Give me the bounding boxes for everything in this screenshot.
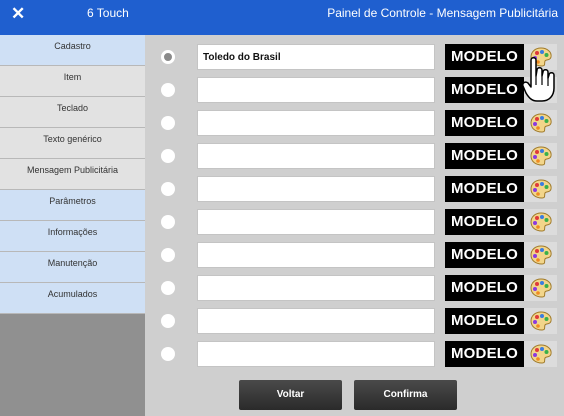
color-palette-button[interactable] [524,242,557,268]
sidebar-item-teclado[interactable]: Teclado [0,97,145,128]
message-select-radio[interactable] [161,314,175,328]
message-text-field[interactable] [197,275,435,301]
message-select-radio[interactable] [161,116,175,130]
sidebar-item-cadastro[interactable]: Cadastro [0,35,145,66]
message-row: MODELO [145,176,564,202]
message-select-radio[interactable] [161,281,175,295]
modelo-button[interactable]: MODELO [445,242,524,268]
message-select-radio[interactable] [161,83,175,97]
message-text-field[interactable]: Toledo do Brasil [197,44,435,70]
message-text-field[interactable] [197,77,435,103]
modelo-button[interactable]: MODELO [445,44,524,70]
sidebar-item-mensagem-publicitaria[interactable]: Mensagem Publicitária [0,159,145,190]
color-palette-button[interactable] [524,143,557,169]
message-row: MODELO [145,341,564,367]
hand-pointer-icon [522,57,555,102]
color-palette-button[interactable] [524,308,557,334]
message-row: MODELO [145,242,564,268]
message-select-radio[interactable] [161,149,175,163]
message-text-field[interactable] [197,209,435,235]
window-title: Painel de Controle - Mensagem Publicitár… [327,6,558,20]
color-palette-button[interactable] [524,176,557,202]
message-select-radio[interactable] [161,248,175,262]
confirm-button[interactable]: Confirma [354,380,457,410]
message-text-field[interactable] [197,143,435,169]
color-palette-button[interactable] [524,275,557,301]
message-select-radio[interactable] [161,50,175,64]
color-palette-button[interactable] [524,341,557,367]
message-row: MODELO [145,308,564,334]
modelo-button[interactable]: MODELO [445,143,524,169]
message-text-field[interactable] [197,242,435,268]
sidebar-menu: Cadastro Item Teclado Texto genérico Men… [0,35,145,416]
message-row: Toledo do Brasil MODELO [145,44,564,70]
message-text-field[interactable] [197,341,435,367]
message-text-field[interactable] [197,110,435,136]
message-row: MODELO [145,110,564,136]
modelo-button[interactable]: MODELO [445,77,524,103]
close-button[interactable]: ✕ [11,4,25,24]
modelo-button[interactable]: MODELO [445,110,524,136]
message-row: MODELO [145,275,564,301]
modelo-button[interactable]: MODELO [445,209,524,235]
sidebar-item-parametros[interactable]: Parâmetros [0,190,145,221]
sidebar-item-manutencao[interactable]: Manutenção [0,252,145,283]
color-palette-button[interactable] [524,209,557,235]
back-button[interactable]: Voltar [239,380,342,410]
message-text-field[interactable] [197,308,435,334]
message-row: MODELO [145,143,564,169]
message-row: MODELO [145,77,564,103]
message-text-field[interactable] [197,176,435,202]
message-list: Toledo do Brasil MODELO MODELO MODELO MO… [145,35,564,416]
message-select-radio[interactable] [161,182,175,196]
message-row: MODELO [145,209,564,235]
app-name: 6 Touch [87,6,129,20]
modelo-button[interactable]: MODELO [445,308,524,334]
modelo-button[interactable]: MODELO [445,341,524,367]
modelo-button[interactable]: MODELO [445,176,524,202]
message-select-radio[interactable] [161,347,175,361]
sidebar-item-item[interactable]: Item [0,66,145,97]
color-palette-button[interactable] [524,110,557,136]
title-bar: ✕ 6 Touch Painel de Controle - Mensagem … [0,0,564,35]
sidebar-item-texto-generico[interactable]: Texto genérico [0,128,145,159]
sidebar-item-acumulados[interactable]: Acumulados [0,283,145,314]
sidebar-item-informacoes[interactable]: Informações [0,221,145,252]
modelo-button[interactable]: MODELO [445,275,524,301]
message-select-radio[interactable] [161,215,175,229]
